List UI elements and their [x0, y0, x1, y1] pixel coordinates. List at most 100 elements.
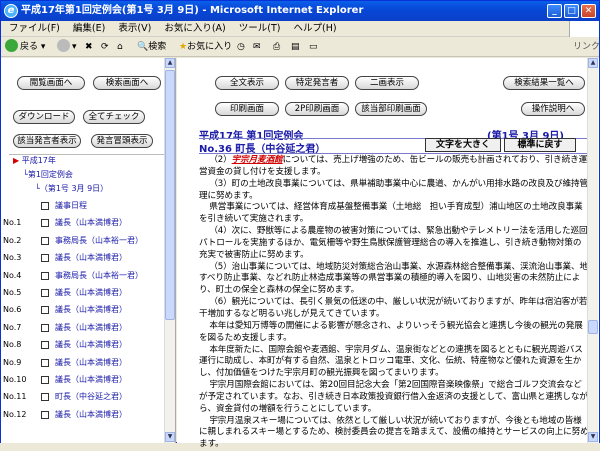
item-number: No.1 — [3, 218, 22, 228]
tree-session[interactable]: └第1回定例会 — [23, 170, 73, 180]
item-number: No.11 — [3, 392, 27, 402]
item-checkbox[interactable] — [41, 202, 49, 210]
refresh-icon[interactable]: ⟳ — [101, 39, 109, 55]
menu-tools[interactable]: ツール(T) — [239, 23, 281, 34]
show-speakers-button[interactable]: 該当発言者表示 — [13, 134, 81, 148]
speaker-link[interactable]: 議長（山本満博君） — [55, 218, 127, 228]
speech-paragraph: （3）町の土地改良事業については、県単補助事業中心に農道、かんがい用排水路の改良… — [199, 178, 588, 201]
right-frame: 全文表示 特定発言者 二画表示 検索結果一覧へ 印刷画面 2P印刷画面 該当部印… — [177, 58, 599, 449]
print-2p-button[interactable]: 2P印刷画面 — [285, 102, 349, 116]
close-icon[interactable]: ✕ — [581, 4, 596, 18]
speaker-link[interactable]: 議長（山本満博君） — [55, 253, 127, 263]
item-checkbox[interactable] — [41, 289, 49, 297]
menu-view[interactable]: 表示(V) — [118, 23, 151, 34]
reset-text-button[interactable]: 標準に戻す — [504, 138, 576, 152]
item-checkbox[interactable] — [41, 219, 49, 228]
speaker-link[interactable]: 議長（山本満博君） — [55, 375, 127, 385]
download-button[interactable]: ダウンロード — [13, 110, 75, 124]
speaker-link[interactable]: 町長（中谷延之君） — [55, 392, 127, 402]
tree-year[interactable]: ▶ 平成17年 — [13, 156, 56, 166]
menu-help[interactable]: ヘルプ(H) — [294, 23, 337, 34]
speaker-link[interactable]: 議長（山本満博君） — [55, 323, 127, 333]
scroll-up-icon[interactable]: ▲ — [165, 58, 175, 68]
speaker-link[interactable]: 議長（山本満博君） — [55, 288, 127, 298]
folder-icon[interactable]: ▭ — [309, 39, 318, 55]
speaker-link[interactable]: 議長（山本満博君） — [55, 410, 127, 420]
search-screen-button[interactable]: 検索画面へ — [93, 76, 161, 90]
menu-favorites[interactable]: お気に入り(A) — [164, 23, 225, 34]
scroll-down-icon[interactable]: ▼ — [588, 432, 598, 442]
item-checkbox[interactable] — [41, 323, 49, 332]
item-number: No.3 — [3, 253, 22, 263]
specific-speaker-button[interactable]: 特定発言者 — [285, 76, 349, 90]
item-checkbox[interactable] — [41, 306, 49, 315]
toolbar: 戻る ▾ ▾ ✖ ⟳ ⌂ 🔍検索 ★お気に入り ◷ ✉ ⎙ ▤ ▭ リンク — [1, 37, 600, 57]
speech-paragraph: 本年は愛知万博等の開催による影響が懸念され、よりいっそう観光協会と連携し今後の観… — [199, 320, 583, 343]
speech-paragraph: 本年度新たに、国際会館や麦酒館、宇宗月ダム、温泉街などとの連携を図るとともに観光… — [199, 344, 583, 379]
left-scrollbar[interactable]: ▲ ▼ — [164, 58, 175, 443]
browser-window: e 平成17年第1回定例会(第1号 3月 9日) - Microsoft Int… — [0, 0, 600, 449]
item-number: No.8 — [3, 340, 22, 350]
speech-paragraph: （6）観光については、長引く景気の低迷の中、厳しい状況が続いておりますが、昨年は… — [199, 297, 588, 319]
item-checkbox[interactable] — [41, 376, 49, 384]
mail-icon[interactable]: ✉ — [253, 39, 261, 55]
show-all-button[interactable]: 全文表示 — [215, 76, 279, 90]
minimize-icon[interactable]: _ — [547, 4, 562, 18]
edit-icon[interactable]: ▤ — [291, 39, 300, 55]
forward-arrow-icon — [57, 39, 70, 52]
item-number: No.9 — [3, 357, 22, 367]
speech-text: （2）宇宗月麦酒館については、売上げ増強のため、缶ビールの販売も計画されており、… — [199, 155, 589, 451]
two-panel-button[interactable]: 二画表示 — [355, 76, 419, 90]
speaker-link[interactable]: 事務局長（山本裕一君） — [55, 236, 143, 246]
speech-paragraph: （4）次に、野獣等による農産物の被害対策については、緊急出動やテレメトリー法を活… — [199, 226, 588, 260]
scroll-thumb[interactable] — [165, 70, 175, 320]
speaker-link[interactable]: 議長（山本満博君） — [55, 340, 127, 350]
speech-paragraph: 宇宗月国際会館においては、第20回目記念大会「第2回国際音楽映像祭」で総合ゴルフ… — [199, 380, 588, 414]
speech-paragraph: 県営事業については、経営体育成基盤整備事業（土地総 担い手育成型）浦山地区の土地… — [199, 202, 583, 225]
item-checkbox[interactable] — [41, 236, 49, 245]
scroll-thumb[interactable] — [588, 320, 598, 334]
search-icon: 🔍 — [137, 42, 149, 52]
speech-paragraph: （2）宇宗月麦酒館については、売上げ増強のため、缶ビールの販売も計画されており、… — [199, 155, 588, 177]
menu-file[interactable]: ファイル(F) — [9, 23, 60, 34]
speaker-link[interactable]: 議事日程 — [55, 201, 87, 211]
speech-paragraph: （5）治山事業については、地域防災対策総合治山事業、水源森林総合整備事業、渓流治… — [199, 261, 588, 296]
maximize-icon[interactable]: □ — [564, 4, 579, 18]
back-button[interactable]: 戻る ▾ — [5, 39, 45, 55]
left-frame: 閲覧画面へ 検索画面へ ダウンロード 全てチェック 該当発言者表示 発言冒頭表示… — [1, 58, 176, 443]
scroll-down-icon[interactable]: ▼ — [165, 432, 175, 442]
print-speaker-button[interactable]: 該当部印刷画面 — [355, 102, 427, 116]
menu-edit[interactable]: 編集(E) — [73, 23, 105, 34]
links-label[interactable]: リンク — [573, 39, 600, 55]
tree-meeting[interactable]: └（第1号 3月 9日） — [35, 184, 108, 194]
home-icon[interactable]: ⌂ — [117, 39, 123, 55]
item-checkbox[interactable] — [41, 254, 49, 263]
result-list-button[interactable]: 検索結果一覧へ — [503, 76, 585, 90]
window-title: 平成17年第1回定例会(第1号 3月 9日) - Microsoft Inter… — [21, 5, 364, 16]
speaker-link[interactable]: 事務局長（山本裕一君） — [55, 271, 143, 281]
search-button[interactable]: 🔍検索 — [137, 39, 166, 55]
item-number: No.4 — [3, 270, 22, 280]
scroll-up-icon[interactable]: ▲ — [588, 58, 598, 68]
item-checkbox[interactable] — [41, 358, 49, 367]
print-screen-button[interactable]: 印刷画面 — [215, 102, 279, 116]
stop-icon[interactable]: ✖ — [85, 39, 93, 55]
item-checkbox[interactable] — [41, 410, 49, 419]
item-checkbox[interactable] — [41, 341, 49, 350]
divider — [9, 154, 169, 155]
browse-screen-button[interactable]: 閲覧画面へ — [17, 76, 85, 90]
show-headers-button[interactable]: 発言冒頭表示 — [91, 134, 153, 148]
enlarge-text-button[interactable]: 文字を大きく — [425, 138, 501, 152]
item-number: No.5 — [3, 288, 22, 297]
favorites-button[interactable]: ★お気に入り — [179, 39, 232, 55]
speaker-link[interactable]: 議長（山本満博君） — [55, 358, 127, 368]
help-button[interactable]: 操作説明へ — [521, 102, 585, 116]
check-all-button[interactable]: 全てチェック — [83, 110, 145, 124]
history-icon[interactable]: ◷ — [237, 39, 245, 55]
speaker-link[interactable]: 議長（山本満博君） — [55, 305, 127, 315]
item-checkbox[interactable] — [41, 393, 49, 402]
print-icon[interactable]: ⎙ — [273, 39, 280, 55]
item-checkbox[interactable] — [41, 271, 49, 280]
right-scrollbar[interactable]: ▲ ▼ — [587, 58, 598, 443]
forward-button[interactable]: ▾ — [57, 39, 77, 55]
